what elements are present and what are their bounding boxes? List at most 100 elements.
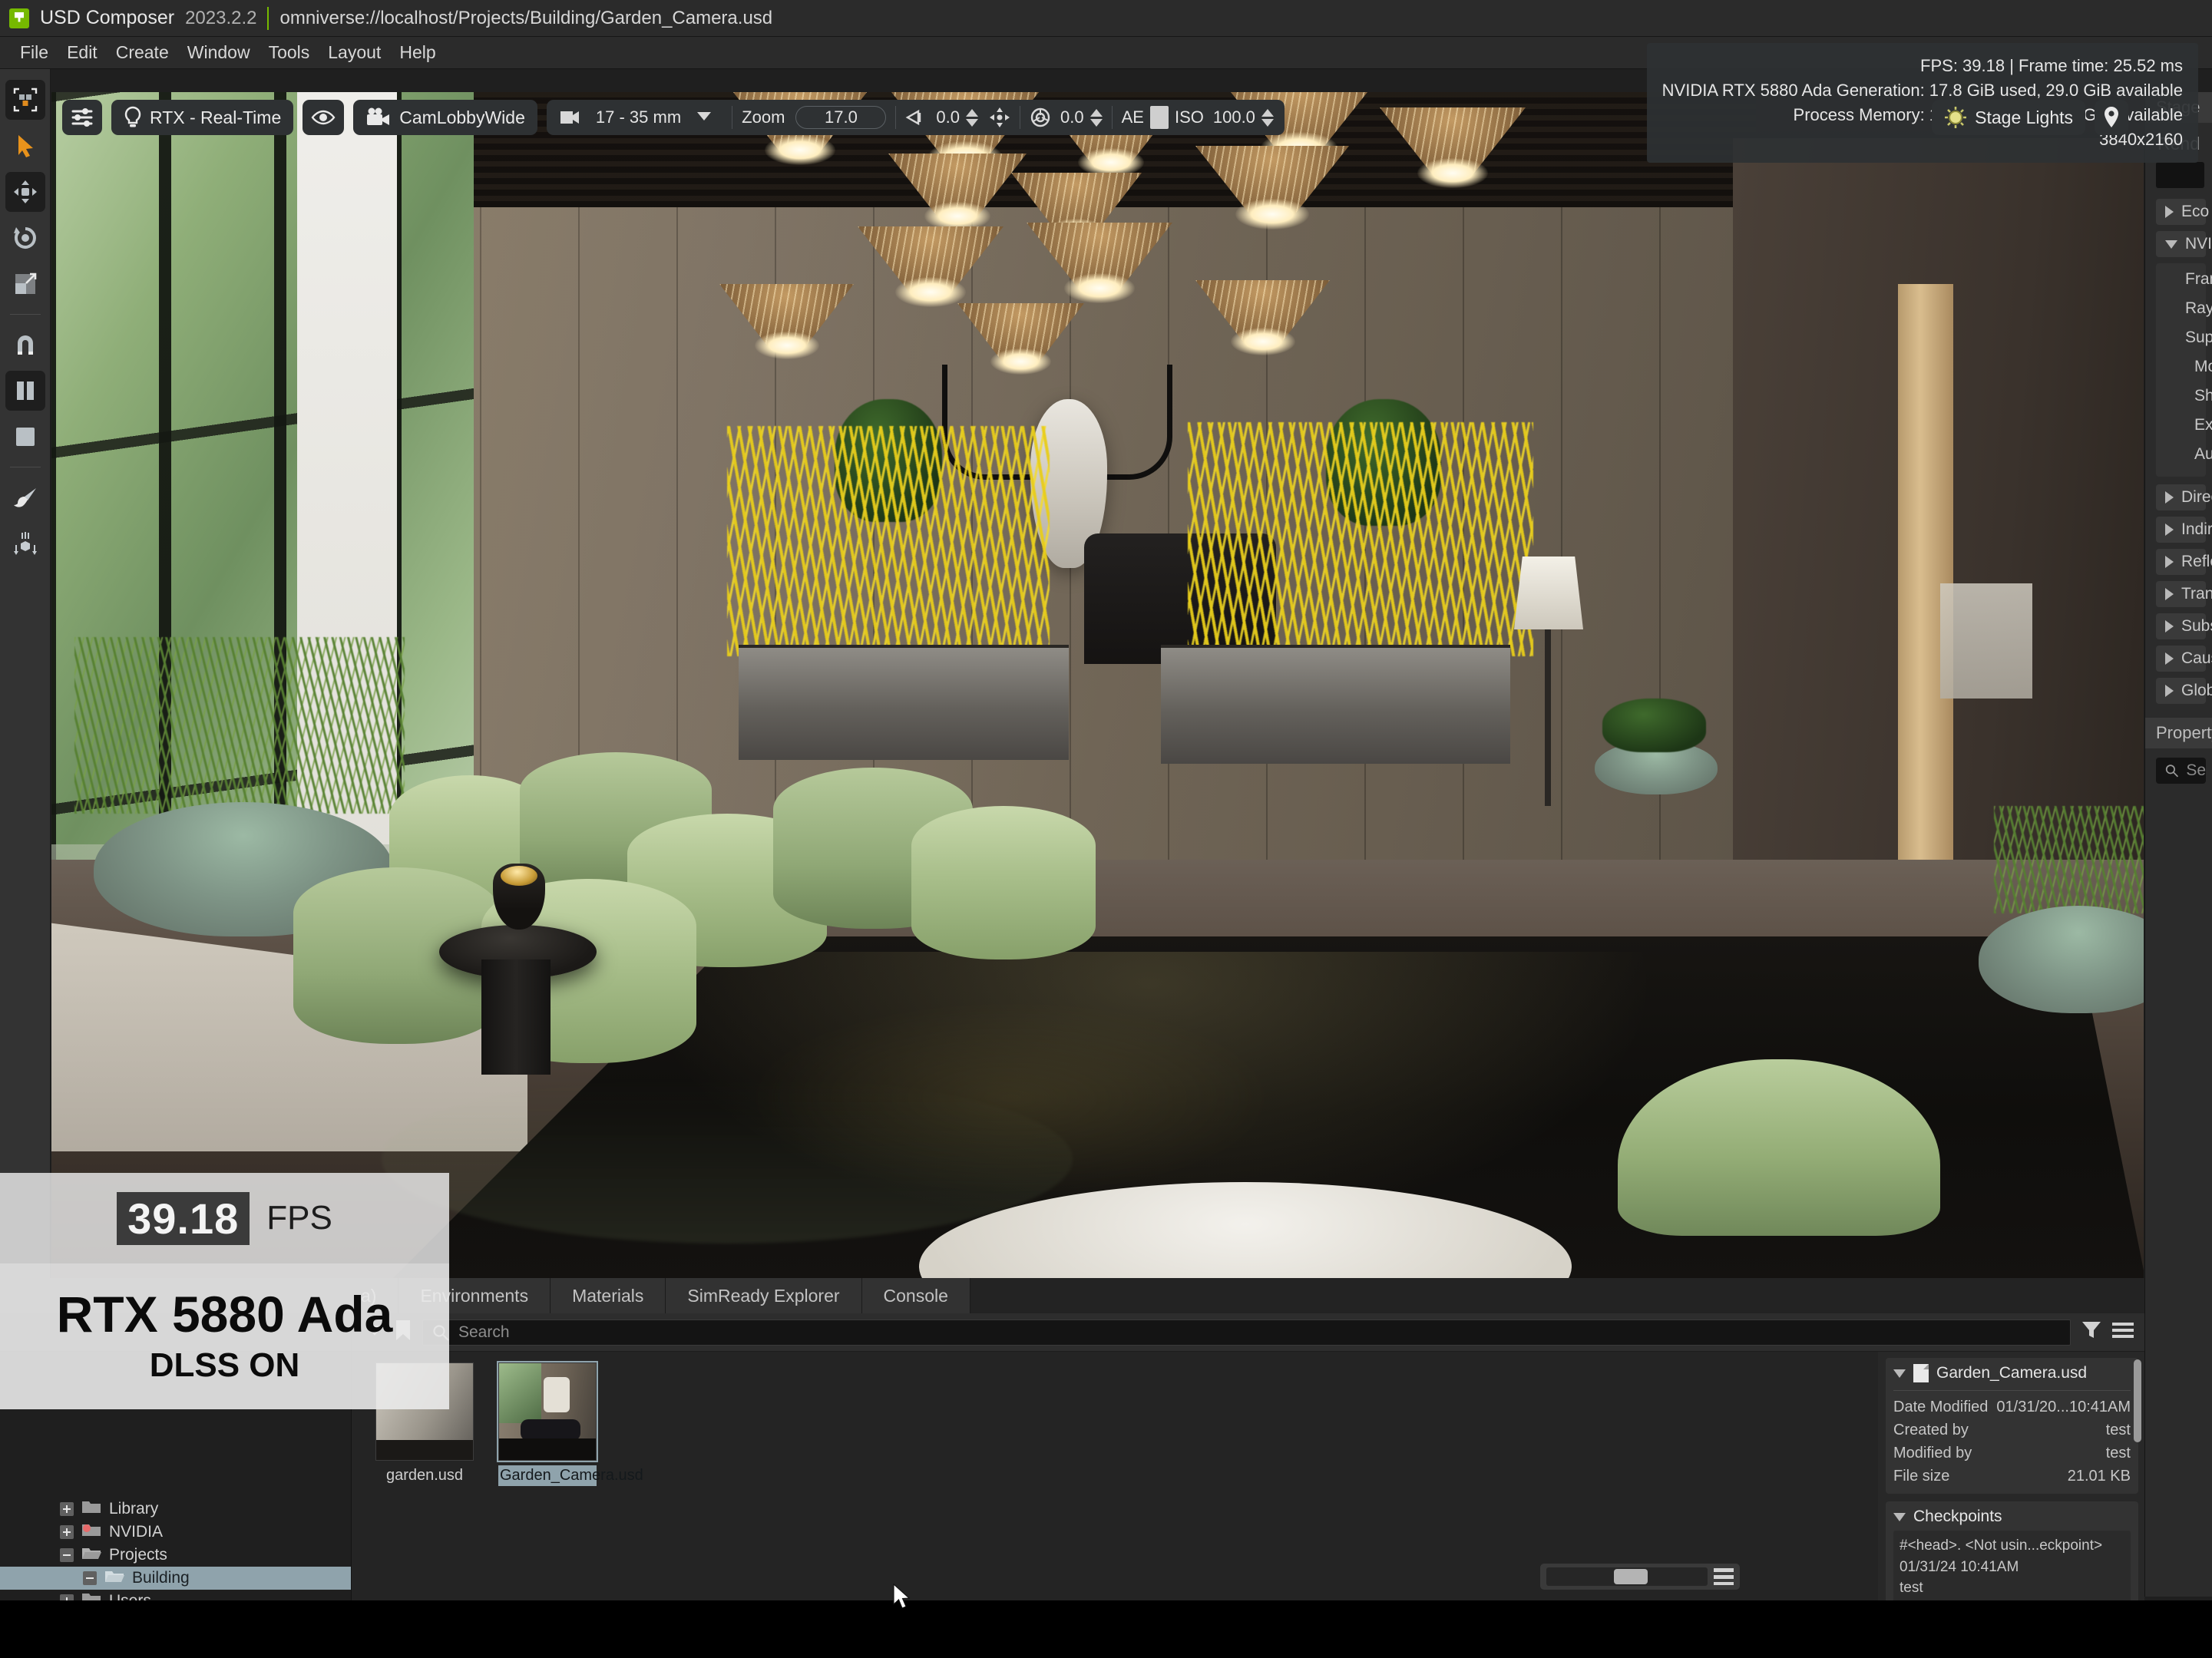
menu-help[interactable]: Help bbox=[390, 39, 445, 66]
chevron-down-icon[interactable] bbox=[1893, 1369, 1906, 1378]
viewport-settings-button[interactable] bbox=[62, 100, 102, 135]
setting-frame[interactable]: Frame bbox=[2176, 268, 2212, 291]
section-direct-lighting[interactable]: Direc bbox=[2156, 484, 2212, 510]
tab-materials[interactable]: Materials bbox=[551, 1278, 666, 1313]
move-arrows-icon[interactable] bbox=[989, 107, 1010, 128]
file-info-header[interactable]: Garden_Camera.usd bbox=[1893, 1364, 2131, 1387]
menu-file[interactable]: File bbox=[11, 39, 58, 66]
tab-console[interactable]: Console bbox=[861, 1278, 970, 1313]
physics-drop-tool[interactable] bbox=[5, 523, 45, 563]
setting-mode[interactable]: Mod bbox=[2185, 355, 2212, 378]
tree-item-projects[interactable]: Projects bbox=[0, 1544, 351, 1567]
tree-item-building[interactable]: Building bbox=[0, 1567, 351, 1590]
bounding-box-tool[interactable] bbox=[5, 417, 45, 457]
chevron-right-icon[interactable] bbox=[2165, 206, 2174, 218]
menu-edit[interactable]: Edit bbox=[58, 39, 107, 66]
tab-property[interactable]: Property bbox=[2145, 718, 2212, 748]
section-nvidia[interactable]: NVID bbox=[2156, 231, 2212, 257]
menu-layout[interactable]: Layout bbox=[319, 39, 390, 66]
rotate-tool[interactable] bbox=[5, 218, 45, 258]
checkpoints-label: Checkpoints bbox=[1913, 1508, 2002, 1525]
thumbnail-zoom-slider[interactable] bbox=[1540, 1564, 1740, 1590]
detail-scrollbar[interactable] bbox=[2134, 1359, 2141, 1442]
menu-tools[interactable]: Tools bbox=[260, 39, 319, 66]
meta-row-date-modified: Date Modified 01/31/20...10:41AM bbox=[1893, 1395, 2131, 1419]
expand-toggle-icon[interactable] bbox=[60, 1594, 74, 1600]
setting-exposure[interactable]: Expo bbox=[2185, 414, 2212, 437]
checkpoint-author: test bbox=[1900, 1580, 1923, 1597]
expand-toggle-icon[interactable] bbox=[60, 1525, 74, 1539]
usd-composer-window: USD Composer 2023.2.2 omniverse://localh… bbox=[0, 0, 2212, 1658]
focus-stepper[interactable] bbox=[966, 108, 978, 127]
camera-selector[interactable]: CamLobbyWide bbox=[353, 100, 537, 135]
checkpoints-header[interactable]: Checkpoints bbox=[1893, 1508, 2131, 1531]
snap-tool[interactable] bbox=[5, 325, 45, 365]
chevron-right-icon[interactable] bbox=[2165, 556, 2174, 568]
tree-item-library[interactable]: Library bbox=[0, 1498, 351, 1521]
hamburger-menu-icon[interactable] bbox=[2112, 1321, 2134, 1343]
section-indirect-diffuse[interactable]: Indir bbox=[2156, 517, 2212, 543]
file-item-garden-camera[interactable]: Garden_Camera.usd bbox=[497, 1361, 643, 1486]
chevron-down-icon[interactable] bbox=[1893, 1512, 1906, 1521]
chevron-right-icon[interactable] bbox=[2165, 523, 2174, 536]
content-browser-grid[interactable]: garden.usd Garden_Camera.usd bbox=[352, 1352, 1876, 1600]
chevron-right-icon[interactable] bbox=[2165, 620, 2174, 632]
iso-stepper[interactable] bbox=[1261, 108, 1274, 127]
viewport-toolbar: RTX - Real-Time CamLobbyWide 17 - 35 mm bbox=[51, 97, 2144, 138]
section-global-volumetric[interactable]: Glob bbox=[2156, 678, 2212, 704]
viewport-location-button[interactable] bbox=[2095, 100, 2128, 135]
zoom-slider-track[interactable] bbox=[1546, 1567, 1708, 1586]
tab-simready-explorer[interactable]: SimReady Explorer bbox=[666, 1278, 862, 1313]
iso-value[interactable]: 100.0 bbox=[1213, 107, 1255, 127]
property-search-input[interactable]: Se bbox=[2156, 758, 2206, 784]
render-mode-selector[interactable]: RTX - Real-Time bbox=[111, 100, 294, 135]
select-objects-tool[interactable] bbox=[5, 80, 45, 120]
viewport-visibility-button[interactable] bbox=[303, 100, 345, 135]
section-eco-mode[interactable]: Eco M bbox=[2156, 199, 2212, 225]
funnel-icon[interactable] bbox=[2081, 1320, 2101, 1344]
setting-super-resolution[interactable]: Super bbox=[2176, 326, 2212, 349]
stage-lights-selector[interactable]: Stage Lights bbox=[1932, 100, 2085, 135]
section-caustics[interactable]: Caus bbox=[2156, 646, 2212, 672]
collapse-toggle-icon[interactable] bbox=[83, 1571, 97, 1585]
move-tool[interactable] bbox=[5, 172, 45, 212]
focus-distance-value[interactable]: 0.0 bbox=[936, 107, 960, 127]
setting-auto-exposure[interactable]: Auto bbox=[2185, 443, 2212, 466]
collapse-toggle-icon[interactable] bbox=[60, 1548, 74, 1562]
align-tool[interactable] bbox=[5, 371, 45, 411]
toolbar-divider bbox=[9, 314, 41, 315]
chevron-right-icon[interactable] bbox=[2165, 588, 2174, 600]
paint-tool[interactable] bbox=[5, 477, 45, 517]
setting-sharpness[interactable]: Sharp bbox=[2185, 385, 2212, 408]
nvidia-settings-group: Frame Ray Re Super Mod Sharp Expo Auto bbox=[2156, 263, 2212, 477]
scale-tool[interactable] bbox=[5, 264, 45, 304]
tree-item-label: Building bbox=[132, 1569, 190, 1587]
chevron-right-icon[interactable] bbox=[2165, 652, 2174, 665]
setting-ray-reconstruction[interactable]: Ray Re bbox=[2176, 297, 2212, 320]
section-translucency[interactable]: Tran bbox=[2156, 581, 2212, 607]
zoom-value-input[interactable]: 17.0 bbox=[795, 106, 887, 129]
menu-create[interactable]: Create bbox=[107, 39, 178, 66]
cursor-select-tool[interactable] bbox=[5, 126, 45, 166]
render-settings-search-input[interactable] bbox=[2156, 162, 2204, 188]
list-view-icon[interactable] bbox=[1714, 1568, 1734, 1585]
zoom-slider-knob[interactable] bbox=[1614, 1569, 1648, 1584]
expand-toggle-icon[interactable] bbox=[60, 1502, 74, 1516]
aperture-stepper[interactable] bbox=[1089, 108, 1103, 127]
tree-item-nvidia[interactable]: NVIDIA bbox=[0, 1521, 351, 1544]
chevron-down-icon[interactable] bbox=[696, 111, 712, 125]
section-reflections[interactable]: Refle bbox=[2156, 549, 2212, 575]
checkpoint-item-head[interactable]: #<head>. <Not usin...eckpoint> 01/31/24 … bbox=[1893, 1531, 2131, 1604]
viewport-3d[interactable] bbox=[51, 92, 2144, 1278]
chevron-down-icon[interactable] bbox=[2165, 239, 2177, 249]
menu-window[interactable]: Window bbox=[178, 39, 260, 66]
auto-exposure-toggle[interactable] bbox=[1149, 106, 1169, 129]
section-subsurface[interactable]: Subs bbox=[2156, 613, 2212, 639]
content-search-input[interactable]: Search bbox=[422, 1319, 2071, 1346]
tree-item-users[interactable]: Users bbox=[0, 1590, 351, 1600]
chevron-right-icon[interactable] bbox=[2165, 685, 2174, 697]
chevron-right-icon[interactable] bbox=[2165, 491, 2174, 504]
meta-key: Date Modified bbox=[1893, 1399, 1989, 1415]
aperture-value[interactable]: 0.0 bbox=[1060, 107, 1084, 127]
lens-selector[interactable]: 17 - 35 mm bbox=[547, 107, 722, 127]
